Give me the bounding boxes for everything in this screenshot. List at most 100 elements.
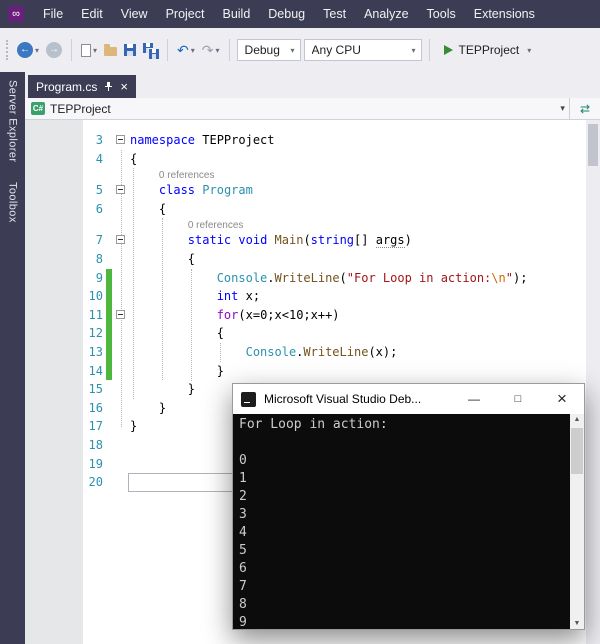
menu-item-extensions[interactable]: Extensions bbox=[465, 0, 544, 28]
menu-item-file[interactable]: File bbox=[34, 0, 72, 28]
save-all-button[interactable] bbox=[141, 38, 160, 62]
new-file-button[interactable]: ▾ bbox=[79, 38, 99, 62]
console-line: 9 bbox=[239, 614, 568, 629]
code-line[interactable]: 3namespace TEPProject bbox=[25, 131, 586, 150]
editor-vertical-scrollbar[interactable] bbox=[586, 120, 600, 644]
menu-item-view[interactable]: View bbox=[112, 0, 157, 28]
menu-item-debug[interactable]: Debug bbox=[259, 0, 314, 28]
line-number: 15 bbox=[53, 380, 103, 399]
code-text: } bbox=[130, 380, 195, 399]
toolbar-separator bbox=[167, 39, 168, 61]
fold-toggle-icon[interactable] bbox=[116, 310, 125, 319]
scrollbar-thumb[interactable] bbox=[588, 124, 598, 166]
dropdown-caret-icon: ▾ bbox=[93, 46, 97, 55]
line-number: 4 bbox=[53, 150, 103, 169]
console-line bbox=[239, 434, 568, 452]
minimize-button[interactable]: — bbox=[452, 384, 496, 414]
menu-item-project[interactable]: Project bbox=[157, 0, 214, 28]
console-scrollbar[interactable]: ▲ ▼ bbox=[570, 414, 584, 629]
line-number: 6 bbox=[53, 200, 103, 219]
change-tracking-bar bbox=[106, 269, 112, 288]
code-line[interactable]: 9 Console.WriteLine("For Loop in action:… bbox=[25, 269, 586, 288]
line-number: 18 bbox=[53, 436, 103, 455]
menu-item-tools[interactable]: Tools bbox=[418, 0, 465, 28]
chevron-down-icon: ▾ bbox=[291, 46, 295, 55]
code-line[interactable]: 13 Console.WriteLine(x); bbox=[25, 343, 586, 362]
open-file-button[interactable] bbox=[102, 38, 119, 62]
visual-studio-window: ∞ FileEditViewProjectBuildDebugTestAnaly… bbox=[0, 0, 600, 644]
maximize-button[interactable]: □ bbox=[496, 384, 540, 414]
codelens-line: 0 references bbox=[25, 168, 586, 181]
start-debugging-label: TEPProject bbox=[459, 43, 520, 57]
code-line[interactable]: 8 { bbox=[25, 250, 586, 269]
console-line: For Loop in action: bbox=[239, 416, 568, 434]
code-text: { bbox=[130, 324, 224, 343]
code-line[interactable]: 5 class Program bbox=[25, 181, 586, 200]
console-line: 6 bbox=[239, 560, 568, 578]
close-icon[interactable]: × bbox=[120, 80, 128, 93]
tab-program-cs[interactable]: Program.cs × bbox=[28, 75, 136, 98]
project-dropdown[interactable]: TEPProject bbox=[50, 102, 111, 116]
change-tracking-bar bbox=[106, 324, 112, 343]
scroll-down-icon[interactable]: ▼ bbox=[570, 620, 584, 627]
close-button[interactable]: × bbox=[540, 384, 584, 414]
fold-toggle-icon[interactable] bbox=[116, 185, 125, 194]
open-folder-icon bbox=[104, 47, 117, 56]
console-line: 1 bbox=[239, 470, 568, 488]
console-line: 7 bbox=[239, 578, 568, 596]
editor-navigation-bar: C# TEPProject ▾ ⇄ bbox=[25, 98, 600, 120]
change-tracking-bar bbox=[106, 287, 112, 306]
fold-toggle-icon[interactable] bbox=[116, 135, 125, 144]
chevron-down-icon: ▾ bbox=[412, 46, 416, 55]
document-tab-strip: Program.cs × bbox=[25, 72, 600, 98]
menu-items: FileEditViewProjectBuildDebugTestAnalyze… bbox=[34, 0, 544, 28]
sidebar-tab-server-explorer[interactable]: Server Explorer bbox=[7, 80, 19, 162]
sidebar-tab-toolbox[interactable]: Toolbox bbox=[7, 182, 19, 223]
line-number: 11 bbox=[53, 306, 103, 325]
debug-console-window[interactable]: Microsoft Visual Studio Deb... — □ × For… bbox=[232, 383, 585, 630]
undo-button[interactable]: ↶ ▾ bbox=[175, 38, 197, 62]
navbar-toggle-icon[interactable]: ⇄ bbox=[580, 102, 590, 116]
code-line[interactable]: 6 { bbox=[25, 200, 586, 219]
code-text: } bbox=[130, 399, 166, 418]
scrollbar-thumb[interactable] bbox=[571, 428, 583, 474]
menu-item-build[interactable]: Build bbox=[213, 0, 259, 28]
code-line[interactable]: 4{ bbox=[25, 150, 586, 169]
navbar-separator bbox=[569, 98, 570, 120]
line-number: 17 bbox=[53, 417, 103, 436]
console-line: 8 bbox=[239, 596, 568, 614]
toolbar-grip[interactable] bbox=[6, 40, 8, 60]
save-button[interactable] bbox=[122, 38, 138, 62]
change-tracking-bar bbox=[106, 343, 112, 362]
dropdown-caret-icon: ▾ bbox=[191, 46, 195, 55]
solution-configuration-dropdown[interactable]: Debug ▾ bbox=[237, 39, 301, 61]
pin-icon[interactable] bbox=[104, 82, 113, 92]
change-tracking-bar bbox=[106, 362, 112, 381]
line-number: 9 bbox=[53, 269, 103, 288]
code-text: for(x=0;x<10;x++) bbox=[130, 306, 340, 325]
codelens-line: 0 references bbox=[25, 218, 586, 231]
toolbar-separator bbox=[229, 39, 230, 61]
redo-button[interactable]: ↷ ▾ bbox=[200, 38, 222, 62]
scroll-up-icon[interactable]: ▲ bbox=[570, 416, 584, 423]
code-text: } bbox=[130, 417, 137, 436]
menu-item-analyze[interactable]: Analyze bbox=[355, 0, 417, 28]
code-line[interactable]: 10 int x; bbox=[25, 287, 586, 306]
code-line[interactable]: 12 { bbox=[25, 324, 586, 343]
chevron-down-icon[interactable]: ▾ bbox=[560, 103, 565, 114]
code-line[interactable]: 7 static void Main(string[] args) bbox=[25, 231, 586, 250]
console-line: 5 bbox=[239, 542, 568, 560]
code-line[interactable]: 14 } bbox=[25, 362, 586, 381]
menu-item-test[interactable]: Test bbox=[314, 0, 355, 28]
console-title-bar[interactable]: Microsoft Visual Studio Deb... — □ × bbox=[233, 384, 584, 414]
console-line: 4 bbox=[239, 524, 568, 542]
fold-toggle-icon[interactable] bbox=[116, 235, 125, 244]
solution-platform-dropdown[interactable]: Any CPU ▾ bbox=[304, 39, 422, 61]
navigate-forward-button[interactable]: → bbox=[44, 38, 64, 62]
start-debugging-button[interactable]: TEPProject ▾ bbox=[437, 38, 539, 62]
configuration-value: Debug bbox=[245, 43, 289, 57]
navigate-back-button[interactable]: ← ▾ bbox=[15, 38, 41, 62]
code-text: { bbox=[130, 200, 166, 219]
menu-item-edit[interactable]: Edit bbox=[72, 0, 112, 28]
code-line[interactable]: 11 for(x=0;x<10;x++) bbox=[25, 306, 586, 325]
